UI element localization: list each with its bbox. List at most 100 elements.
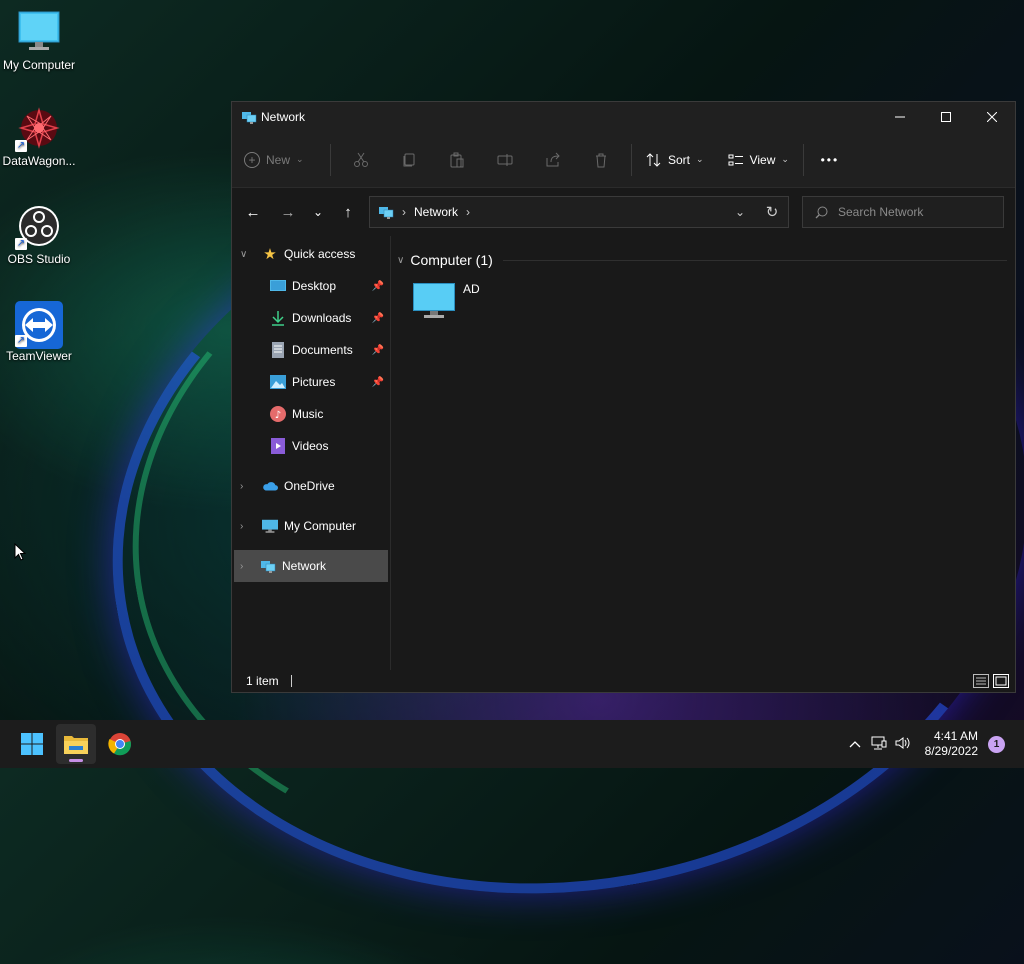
music-icon: ♪ [270,406,286,422]
sidebar-item-label: Network [282,559,327,573]
sidebar-item-quick-access[interactable]: ∨ ★ Quick access [232,238,390,270]
delete-button[interactable] [577,144,625,176]
sort-button[interactable]: Sort ⌄ [638,144,712,176]
maximize-button[interactable] [923,102,969,132]
rename-button[interactable] [481,144,529,176]
sidebar-item-downloads[interactable]: Downloads 📌 [232,302,390,334]
pin-icon: 📌 [371,376,384,388]
desktop-icon-obs-studio[interactable]: ↗ OBS Studio [0,204,78,266]
status-divider [290,675,292,687]
recent-locations-button[interactable]: ⌄ [304,196,332,228]
pin-icon: 📌 [371,344,384,356]
share-button[interactable] [529,144,577,176]
sidebar-item-onedrive[interactable]: › OneDrive [232,470,390,502]
toolbar-divider [631,143,632,176]
windows-logo-icon [21,733,43,755]
sidebar-item-label: Music [292,407,324,421]
view-button[interactable]: View ⌄ [720,144,797,176]
toolbar-divider [330,143,331,176]
paste-button[interactable] [433,144,481,176]
sidebar-item-my-computer[interactable]: › My Computer [232,510,390,542]
sidebar-item-label: Quick access [284,247,356,261]
chevron-down-icon: ⌄ [312,205,324,219]
search-box[interactable]: Search Network [802,196,1004,228]
sidebar-item-documents[interactable]: Documents 📌 [232,334,390,366]
sidebar-item-label: Downloads [292,311,352,325]
chevron-down-icon[interactable]: ∨ [397,255,404,266]
chevron-right-icon[interactable]: › [240,481,243,492]
taskbar: 4:41 AM 8/29/2022 1 [0,720,1024,768]
pictures-icon [270,374,286,390]
view-icon [728,154,743,165]
address-dropdown-button[interactable]: ⌄ [724,205,756,219]
breadcrumb-network[interactable]: Network [414,205,458,219]
desktop-icon-my-computer[interactable]: My Computer [0,10,78,72]
taskbar-file-explorer[interactable] [56,724,96,764]
monitor-icon [17,10,61,54]
volume-button[interactable] [891,736,915,753]
back-button[interactable]: ← [237,196,269,228]
taskbar-chrome[interactable] [100,724,140,764]
copy-button[interactable] [385,144,433,176]
refresh-button[interactable]: ↻ [756,203,788,221]
large-icons-view-button[interactable] [993,674,1009,688]
desktop-icon-label: OBS Studio [7,252,71,266]
up-button[interactable]: ↑ [332,196,364,228]
desktop-icon-teamviewer[interactable]: ↗ TeamViewer [0,301,78,363]
sidebar-item-desktop[interactable]: Desktop 📌 [232,270,390,302]
notification-badge[interactable]: 1 [988,735,1005,753]
search-placeholder: Search Network [838,205,924,219]
chevron-right-icon[interactable]: › [240,561,243,572]
show-hidden-icons-button[interactable] [843,737,867,751]
document-icon [270,342,286,358]
datawagon-icon: ↗ [15,106,61,152]
status-bar: 1 item [232,670,1015,692]
window-title: Network [261,110,306,124]
network-icon [379,207,394,219]
breadcrumb-separator[interactable]: › [466,205,470,219]
sidebar-item-music[interactable]: ♪ Music [232,398,390,430]
more-options-button[interactable]: ••• [810,153,850,167]
close-button[interactable] [969,102,1015,132]
details-view-button[interactable] [973,674,989,688]
command-bar: + New ⌄ Sort ⌄ View ⌄ ••• [232,132,1015,188]
group-header[interactable]: ∨ Computer (1) [397,252,1007,268]
toolbar-divider [802,143,804,176]
title-bar[interactable]: Network [232,102,1015,132]
navigation-pane: ∨ ★ Quick access Desktop 📌 Downloads 📌 D… [232,236,391,670]
breadcrumb-separator[interactable]: › [402,205,406,219]
monitor-icon [413,283,455,318]
sidebar-item-pictures[interactable]: Pictures 📌 [232,366,390,398]
address-bar[interactable]: › Network › ⌄ ↻ [369,196,789,228]
chrome-icon [108,733,132,756]
chevron-right-icon[interactable]: › [240,521,243,532]
desktop-icon-datawagon[interactable]: ↗ DataWagon... [0,106,78,168]
clock[interactable]: 4:41 AM 8/29/2022 [925,729,978,759]
shortcut-arrow-icon: ↗ [15,140,27,152]
sidebar-item-videos[interactable]: Videos [232,430,390,462]
chevron-down-icon[interactable]: ∨ [240,249,247,260]
sidebar-item-network[interactable]: › Network [234,550,388,582]
network-status-button[interactable] [867,736,891,753]
group-header-label: Computer (1) [410,252,493,268]
start-button[interactable] [12,724,52,764]
pin-icon: 📌 [371,280,384,292]
network-icon [260,558,276,574]
network-computer-item[interactable]: AD [413,282,480,320]
cut-button[interactable] [337,144,385,176]
clock-time: 4:41 AM [933,729,978,743]
navigation-row: ← → ⌄ ↑ › Network › ⌄ ↻ Search Network [232,188,1015,236]
speaker-icon [895,736,910,749]
close-icon [987,112,997,122]
network-icon [242,112,257,124]
arrow-up-icon: ↑ [344,203,352,221]
more-icon: ••• [820,152,840,167]
shortcut-arrow-icon: ↗ [15,238,27,250]
new-button[interactable]: + New ⌄ [244,151,324,168]
arrow-right-icon: → [280,203,296,221]
chevron-down-icon: ⌄ [296,154,304,164]
minimize-button[interactable] [877,102,923,132]
desktop-icon-label: TeamViewer [6,349,72,363]
forward-button[interactable]: → [272,196,304,228]
system-tray: 4:41 AM 8/29/2022 1 [843,729,1024,759]
